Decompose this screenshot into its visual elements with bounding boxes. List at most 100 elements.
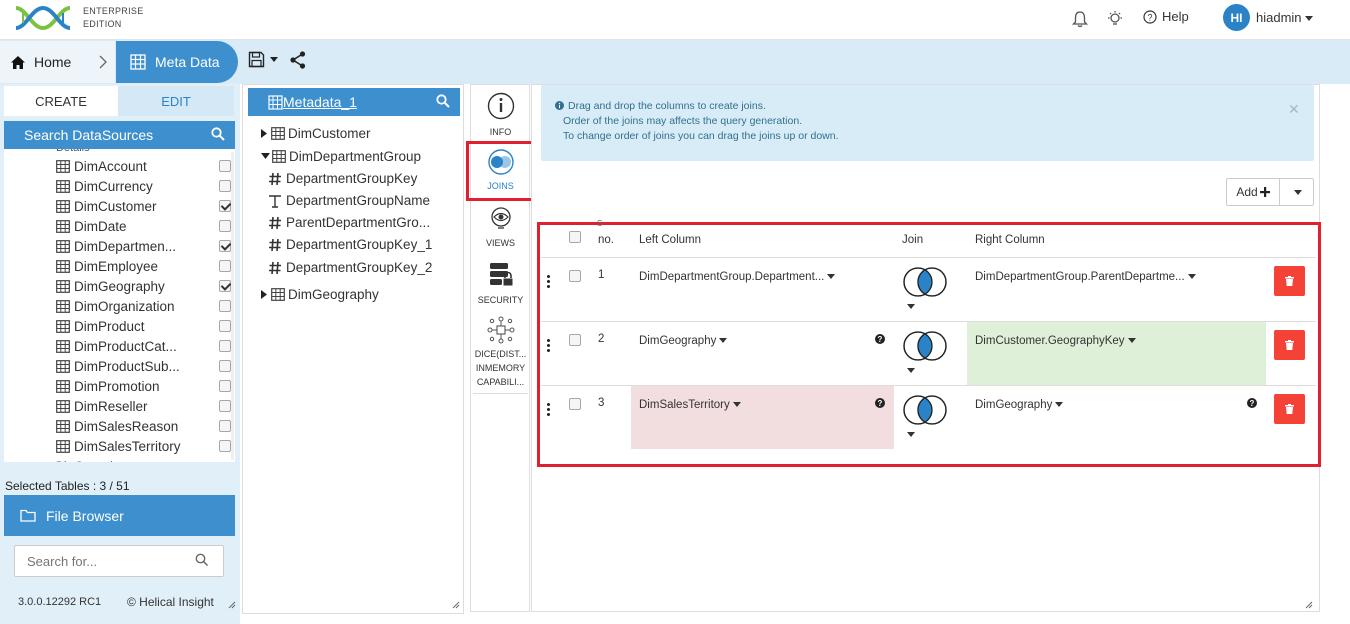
datasource-checkbox[interactable] [219,320,231,332]
question-icon[interactable]: ? [875,334,885,344]
select-all-checkbox[interactable] [569,231,581,243]
tree-item[interactable]: DimCustomer [261,126,371,141]
datasource-item[interactable]: DimCustomer [56,196,234,216]
search-datasources-header[interactable]: Search DataSources [4,121,235,149]
datasource-item[interactable]: DimOrganization [56,296,234,316]
datasource-checkbox[interactable] [219,400,231,412]
resize-handle-icon[interactable] [1305,601,1313,609]
join-row-checkbox[interactable] [569,398,581,410]
user-menu[interactable]: hiadmin [1256,10,1313,25]
right-column-select[interactable]: DimCustomer.GeographyKey [975,335,1136,347]
caret-down-icon[interactable] [261,153,270,160]
resize-handle-icon[interactable] [228,601,236,609]
datasource-item[interactable]: DimProduct [56,316,234,336]
datasource-checkbox[interactable] [219,300,231,312]
search-input[interactable] [14,545,224,577]
datasource-item[interactable]: DimCurrency [56,176,234,196]
breadcrumb-meta-data[interactable]: Meta Data [116,41,238,83]
caret-down-icon [1304,16,1313,22]
left-column-select[interactable]: DimDepartmentGroup.Department... [639,271,836,283]
datasource-checkbox[interactable] [219,240,231,252]
datasource-item[interactable]: DimDepartmen... [56,236,234,256]
delete-join-button[interactable] [1274,330,1305,360]
right-column-select[interactable]: DimGeography [975,399,1064,411]
file-browser-button[interactable]: File Browser [4,495,235,536]
bell-icon[interactable] [1071,10,1089,28]
tree-item[interactable]: DimDepartmentGroup [261,149,421,164]
datasource-list[interactable]: DetailsDimAccountDimCurrencyDimCustomerD… [4,149,235,462]
join-venn-icon[interactable] [901,265,949,299]
tree-item[interactable]: DepartmentGroupName [268,193,430,208]
caret-right-icon[interactable] [261,290,268,299]
join-venn-icon[interactable] [901,393,949,427]
drag-handle-icon[interactable] [547,275,551,288]
search-icon[interactable] [211,127,225,141]
datasource-item[interactable]: DimDate [56,216,234,236]
add-join-dropdown[interactable] [1280,178,1314,206]
datasource-checkbox[interactable] [219,200,231,212]
datasource-checkbox[interactable] [219,360,231,372]
datasource-item[interactable]: DimSalesReason [56,416,234,436]
datasource-checkbox[interactable] [219,220,231,232]
datasource-item[interactable]: DimReseller [56,396,234,416]
avatar[interactable]: HI [1223,4,1250,31]
info-line-2: Order of the joins may affects the query… [563,115,803,127]
datasource-item[interactable]: DimProductCat... [56,336,234,356]
resize-handle-icon[interactable] [452,601,460,609]
caret-right-icon[interactable] [261,129,268,138]
metadata-header[interactable]: Metadata_1 [248,88,460,116]
bulb-icon[interactable] [1106,10,1124,28]
datasource-item[interactable]: DimPromotion [56,376,234,396]
tree-item[interactable]: ParentDepartmentGro... [268,215,430,230]
left-column-select[interactable]: DimSalesTerritory [639,399,741,411]
join-row-checkbox[interactable] [569,270,581,282]
question-icon[interactable]: ? [1247,398,1257,408]
datasource-checkbox[interactable] [219,260,231,272]
save-dropdown-button[interactable] [248,51,278,68]
datasource-checkbox[interactable] [219,340,231,352]
datasource-checkbox[interactable] [219,420,231,432]
join-venn-icon[interactable] [901,329,949,363]
share-icon[interactable] [290,51,306,69]
join-type-caret-icon[interactable] [907,368,915,373]
search-icon[interactable] [436,94,450,108]
datasource-checkbox[interactable] [219,160,231,172]
side-tab-views[interactable]: VIEWS [473,205,528,249]
join-type-caret-icon[interactable] [907,304,915,309]
join-row-checkbox[interactable] [569,334,581,346]
datasource-item[interactable]: DimAccount [56,156,234,176]
drag-handle-icon[interactable] [547,339,551,352]
datasource-item[interactable]: DimEmployee [56,256,234,276]
datasource-item[interactable]: DimSalesTerritory [56,436,234,456]
add-join-button[interactable]: Add [1226,178,1280,206]
delete-join-button[interactable] [1274,394,1305,424]
side-tab-security[interactable]: SECURITY [473,261,528,306]
left-column-value: DimGeography [639,335,717,347]
datasource-checkbox[interactable] [219,380,231,392]
tab-create[interactable]: CREATE [4,86,118,116]
tree-item[interactable]: DepartmentGroupKey_2 [268,260,432,275]
right-column-select[interactable]: DimDepartmentGroup.ParentDepartme... [975,271,1196,283]
datasource-scrollbar[interactable] [231,152,234,460]
datasource-checkbox[interactable] [219,280,231,292]
table-icon [56,199,70,213]
delete-join-button[interactable] [1274,266,1305,296]
tab-edit[interactable]: EDIT [118,86,234,116]
tree-item[interactable]: DimGeography [261,287,379,302]
datasource-item[interactable]: DimGeography [56,276,234,296]
question-icon[interactable]: ? [875,398,885,408]
metadata-title[interactable]: Metadata_1 [283,94,357,110]
close-icon[interactable]: ✕ [1288,101,1300,118]
help-link[interactable]: ? Help [1143,9,1189,24]
tree-item[interactable]: DepartmentGroupKey [268,171,417,186]
tree-item[interactable]: DepartmentGroupKey_1 [268,237,432,252]
side-tab-dice[interactable]: DICE(DIST... INMEMORY CAPABILI... [473,316,528,388]
datasource-checkbox[interactable] [219,440,231,452]
datasource-checkbox[interactable] [219,180,231,192]
join-type-caret-icon[interactable] [907,432,915,437]
datasource-item[interactable]: DimProductSub... [56,356,234,376]
side-tab-info[interactable]: INFO [473,92,528,138]
drag-handle-icon[interactable] [547,403,551,416]
edition-label: ENTERPRISE EDITION [83,5,144,31]
left-column-select[interactable]: DimGeography [639,335,728,347]
